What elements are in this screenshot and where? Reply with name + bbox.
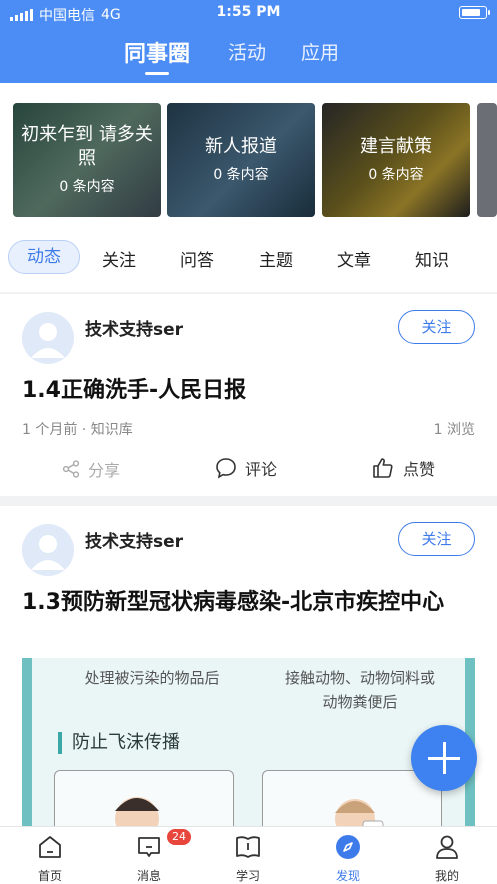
app-header: 中国电信 4G 1:55 PM 同事圈 活动 应用 — [0, 0, 497, 83]
follow-button[interactable]: 关注 — [398, 522, 475, 556]
feed-tab-bar: 动态 关注 问答 主题 文章 知识 — [0, 240, 497, 278]
topic-card-new-reports[interactable]: 新人报道 0 条内容 — [167, 103, 315, 217]
figure-text-left: 处理被污染的物品后 — [84, 669, 220, 687]
top-tab-bar: 同事圈 活动 应用 — [0, 38, 497, 78]
add-post-button[interactable] — [411, 725, 477, 791]
comment-label: 评论 — [245, 460, 278, 479]
tab-activity[interactable]: 活动 — [228, 38, 266, 65]
post-image[interactable]: 处理被污染的物品后 接触动物、动物饲料或动物粪便后 防止飞沫传播 — [22, 658, 475, 828]
illustration-panel — [54, 770, 234, 828]
card-count: 0 条内容 — [213, 167, 269, 183]
status-bar: 中国电信 4G 1:55 PM — [0, 0, 497, 26]
tab-topics[interactable]: 主题 — [259, 246, 293, 271]
bottom-nav: 首页 消息 24 学习 发现 我的 — [0, 826, 497, 883]
nav-home[interactable]: 首页 — [10, 827, 90, 884]
compass-icon — [336, 835, 360, 859]
thumbs-up-icon — [373, 458, 393, 478]
topic-card-newcomer[interactable]: 初来乍到 请多关照 0 条内容 — [13, 103, 161, 217]
tab-knowledge[interactable]: 知识 — [415, 246, 449, 271]
author-name[interactable]: 技术支持ser — [85, 527, 183, 552]
figure-heading: 防止飞沫传播 — [58, 732, 180, 754]
nav-learning[interactable]: 学习 — [208, 827, 288, 884]
unread-badge: 24 — [167, 829, 191, 845]
comment-icon — [216, 458, 236, 479]
nav-label: 我的 — [434, 869, 459, 883]
home-icon — [39, 836, 61, 858]
nav-label: 学习 — [235, 869, 260, 883]
like-button[interactable]: 点赞 — [371, 456, 435, 480]
topic-cards: 初来乍到 请多关照 0 条内容 新人报道 0 条内容 建言献策 0 条内容 — [13, 103, 497, 217]
message-icon — [138, 837, 160, 857]
post-title[interactable]: 1.4正确洗手-人民日报 — [22, 374, 477, 408]
avatar[interactable] — [22, 312, 74, 364]
card-title: 建言献策 — [360, 136, 432, 157]
tab-colleague-circle[interactable]: 同事圈 — [124, 36, 191, 75]
card-title: 初来乍到 请多关照 — [21, 124, 153, 169]
person-icon — [436, 835, 458, 859]
tab-following[interactable]: 关注 — [102, 246, 136, 271]
illustration-panel — [262, 770, 442, 828]
topic-card-more[interactable] — [477, 103, 497, 217]
tab-qa[interactable]: 问答 — [180, 246, 214, 271]
tab-articles[interactable]: 文章 — [337, 246, 371, 271]
tab-label: 活动 — [228, 42, 267, 64]
status-time: 1:55 PM — [216, 4, 281, 20]
divider — [0, 496, 497, 506]
tab-label: 应用 — [301, 42, 340, 64]
book-icon — [236, 836, 260, 858]
follow-button[interactable]: 关注 — [398, 310, 475, 344]
tab-label: 同事圈 — [124, 42, 191, 67]
share-icon — [62, 460, 80, 478]
card-title: 新人报道 — [205, 136, 277, 157]
tab-apps[interactable]: 应用 — [301, 38, 339, 65]
author-name[interactable]: 技术支持ser — [85, 315, 183, 340]
nav-label: 首页 — [37, 869, 62, 883]
nav-label: 消息 — [136, 869, 161, 883]
nav-me[interactable]: 我的 — [407, 827, 487, 884]
card-count: 0 条内容 — [368, 167, 424, 183]
nav-label: 发现 — [335, 869, 360, 883]
comment-button[interactable]: 评论 — [215, 456, 277, 480]
like-label: 点赞 — [403, 460, 436, 479]
post-meta: 1 个月前 · 知识库 — [22, 422, 133, 438]
share-label: 分享 — [88, 461, 121, 480]
active-tab-indicator — [145, 72, 169, 75]
topic-card-suggestions[interactable]: 建言献策 0 条内容 — [322, 103, 470, 217]
tab-feed[interactable]: 动态 — [8, 240, 80, 274]
share-button[interactable]: 分享 — [62, 457, 120, 481]
view-count: 1 浏览 — [433, 422, 475, 438]
avatar[interactable] — [22, 524, 74, 576]
post-card[interactable]: 技术支持ser 关注 1.4正确洗手-人民日报 1 个月前 · 知识库 1 浏览… — [0, 294, 497, 496]
battery-icon — [459, 6, 490, 19]
nav-discover[interactable]: 发现 — [308, 827, 388, 884]
post-title[interactable]: 1.3预防新型冠状病毒感染-北京市疾控中心 — [22, 586, 477, 620]
card-count: 0 条内容 — [59, 179, 115, 195]
figure-text-right: 接触动物、动物饲料或动物粪便后 — [284, 669, 435, 711]
